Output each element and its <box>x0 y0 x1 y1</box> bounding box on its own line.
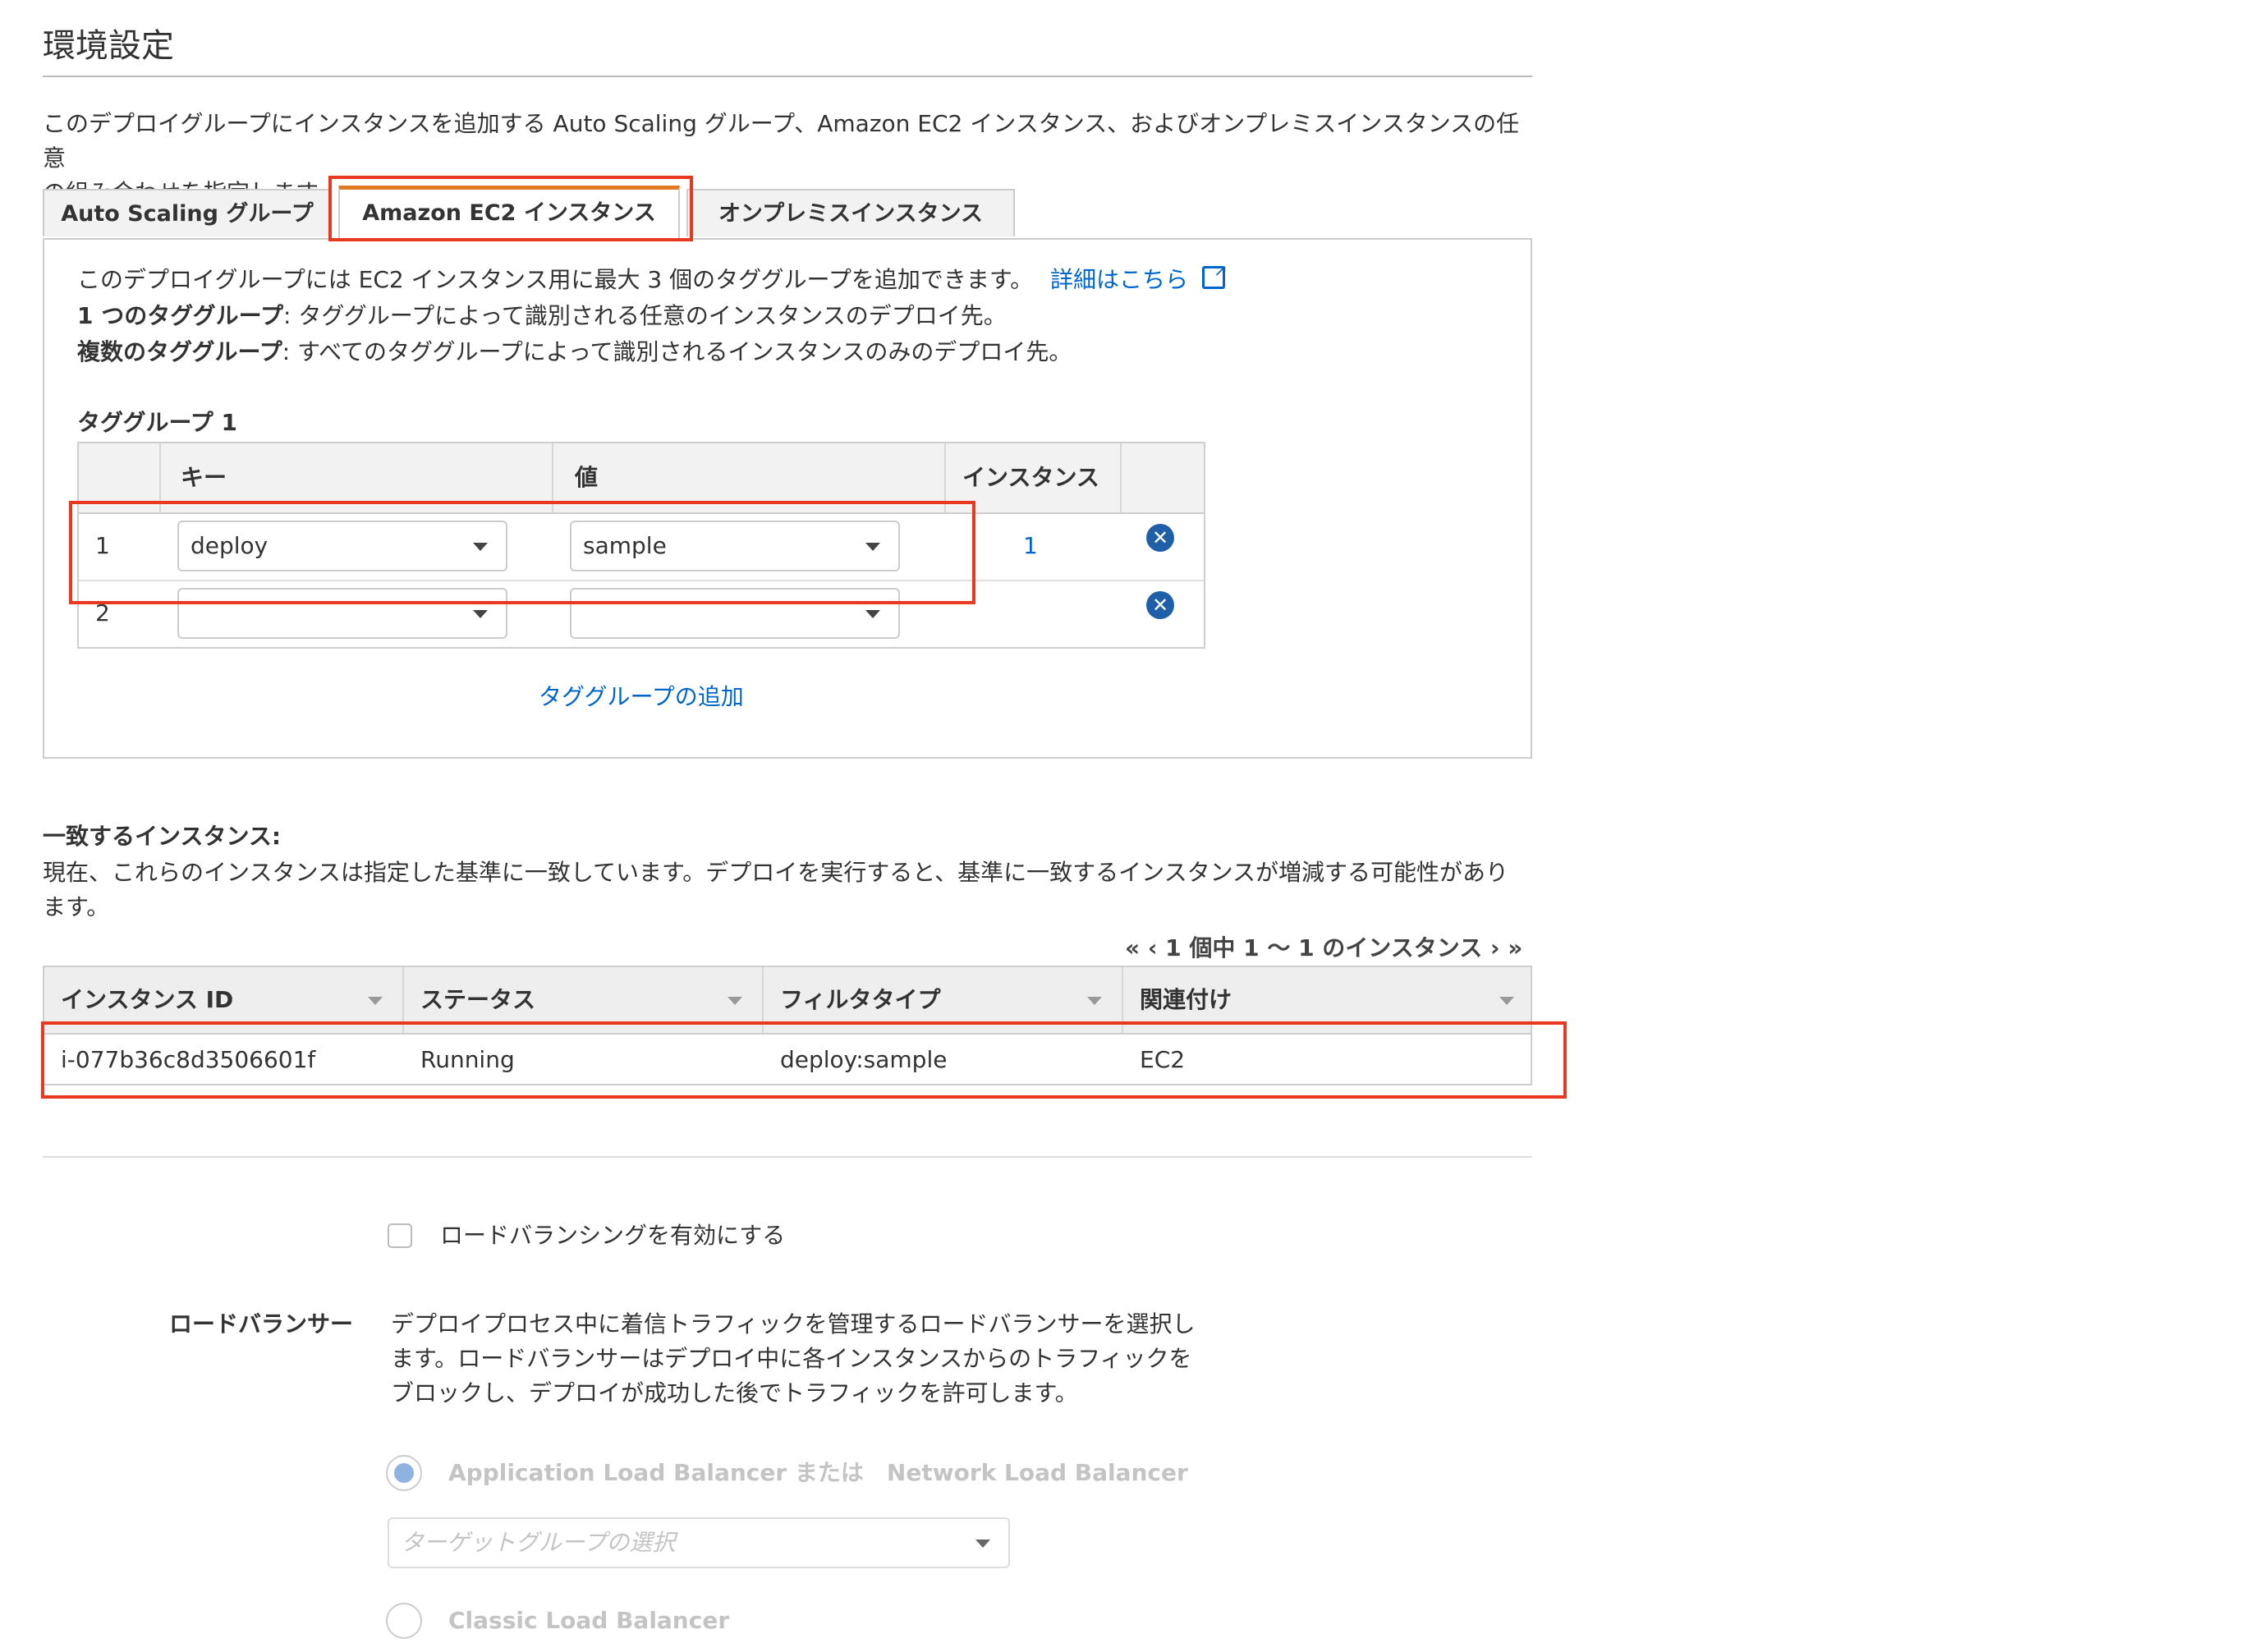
matching-desc-line-2: ます。 <box>43 893 110 920</box>
enable-load-balancing-label[interactable]: ロードバランシングを有効にする <box>440 1218 785 1253</box>
header-instance-id[interactable]: インスタンス ID <box>61 984 233 1016</box>
chevron-down-icon <box>473 543 488 551</box>
tag-key-select[interactable]: deploy <box>177 521 507 571</box>
pagination[interactable]: « ‹ 1 個中 1 〜 1 のインスタンス › » <box>1125 931 1522 966</box>
lb-desc-line-1: デプロイプロセス中に着信トラフィックを管理するロードバランサーを選択し <box>391 1310 1196 1338</box>
row-number: 1 <box>95 532 110 559</box>
row-number: 2 <box>95 599 110 626</box>
tab-on-premises-instances[interactable]: オンプレミスインスタンス <box>686 189 1015 236</box>
radio-classic-lb[interactable] <box>386 1603 422 1639</box>
chevron-down-icon <box>865 543 880 551</box>
sort-icon[interactable] <box>368 997 383 1005</box>
target-group-placeholder: ターゲットグループの選択 <box>401 1529 676 1556</box>
single-tag-group-label: 1 つのタググループ <box>77 302 283 329</box>
header-instances: インスタンス <box>962 464 1099 491</box>
single-tag-group-text: : タググループによって識別される任意のインスタンスのデプロイ先。 <box>283 302 1007 329</box>
multi-tag-group-text: : すべてのタググループによって識別されるインスタンスのみのデプロイ先。 <box>282 338 1072 365</box>
chevron-down-icon <box>865 610 880 618</box>
radio-alb-nlb[interactable] <box>386 1455 422 1491</box>
chevron-down-icon <box>473 610 488 618</box>
remove-row-icon[interactable]: ✕ <box>1146 591 1174 619</box>
sort-icon[interactable] <box>728 997 742 1005</box>
radio-classic-lb-label: Classic Load Balancer <box>448 1607 730 1634</box>
section-divider <box>43 1156 1532 1158</box>
instance-count-link[interactable]: 1 <box>1023 529 1038 563</box>
instances-table-header: インスタンス ID ステータス フィルタタイプ 関連付け <box>44 967 1531 1035</box>
enable-load-balancing-checkbox[interactable] <box>388 1223 412 1248</box>
header-status[interactable]: ステータス <box>420 984 535 1016</box>
matching-instances-desc: 現在、これらのインスタンスは指定した基準に一致しています。デプロイを実行すると、… <box>43 856 1537 925</box>
matching-desc-line-1: 現在、これらのインスタンスは指定した基準に一致しています。デプロイを実行すると、… <box>43 859 1509 886</box>
radio-selected-dot <box>394 1463 414 1483</box>
radio-alb-nlb-label: Application Load Balancer または Network Lo… <box>448 1459 1188 1486</box>
tag-group-table: キー 値 インスタンス 1 deploy sample 1 ✕ 2 ✕ <box>77 442 1205 649</box>
panel-description: このデプロイグループには EC2 インスタンス用に最大 3 個のタググループを追… <box>77 262 1228 297</box>
header-value: 値 <box>575 464 599 491</box>
multi-tag-group-label: 複数のタググループ <box>77 338 282 365</box>
panel-desc-text: このデプロイグループには EC2 インスタンス用に最大 3 個のタググループを追… <box>77 266 1034 293</box>
page-title: 環境設定 <box>43 27 174 65</box>
tag-value-select[interactable]: sample <box>570 521 900 571</box>
tag-value-select[interactable] <box>570 588 900 639</box>
lb-desc-line-2: ます。ロードバランサーはデプロイ中に各インスタンスからのトラフィックを <box>391 1345 1192 1372</box>
tag-key-value: deploy <box>190 532 269 559</box>
status-cell: Running <box>420 1046 515 1073</box>
single-tag-group-desc: 1 つのタググループ: タググループによって識別される任意のインスタンスのデプロ… <box>77 299 1007 333</box>
matching-instances-title: 一致するインスタンス: <box>43 823 282 850</box>
sort-icon[interactable] <box>1499 997 1514 1005</box>
tag-group-title: タググループ 1 <box>77 409 237 436</box>
filter-type-cell: deploy:sample <box>780 1046 948 1073</box>
target-group-select[interactable]: ターゲットグループの選択 <box>388 1517 1010 1568</box>
remove-row-icon[interactable]: ✕ <box>1146 524 1174 552</box>
tag-value-value: sample <box>583 532 667 559</box>
tab-amazon-ec2-instances[interactable]: Amazon EC2 インスタンス <box>338 186 680 240</box>
learn-more-label: 詳細はこちら <box>1049 266 1188 293</box>
add-tag-group-link[interactable]: タググループの追加 <box>539 680 744 714</box>
load-balancer-desc: デプロイプロセス中に着信トラフィックを管理するロードバランサーを選択し ます。ロ… <box>391 1307 1212 1411</box>
external-link-icon: ↗ <box>1201 262 1228 289</box>
association-cell: EC2 <box>1140 1046 1186 1073</box>
tab-auto-scaling-group[interactable]: Auto Scaling グループ <box>43 189 332 236</box>
chevron-down-icon <box>975 1540 990 1548</box>
tag-key-select[interactable] <box>177 588 507 639</box>
title-divider <box>43 76 1532 77</box>
multi-tag-group-desc: 複数のタググループ: すべてのタググループによって識別されるインスタンスのみのデ… <box>77 335 1072 369</box>
learn-more-link[interactable]: 詳細はこちら ↗ <box>1049 262 1228 293</box>
intro-line-1: このデプロイグループにインスタンスを追加する Auto Scaling グループ… <box>43 110 1520 172</box>
instance-id-cell: i-077b36c8d3506601f <box>61 1046 316 1073</box>
load-balancer-label: ロードバランサー <box>169 1310 354 1338</box>
instances-table: インスタンス ID ステータス フィルタタイプ 関連付け i-077b36c8d… <box>43 966 1532 1085</box>
header-key: キー <box>181 464 227 491</box>
lb-desc-line-3: ブロックし、デプロイが成功した後でトラフィックを許可します。 <box>391 1379 1078 1406</box>
tag-table-header: キー 値 インスタンス <box>79 443 1204 514</box>
sort-icon[interactable] <box>1087 997 1102 1005</box>
header-filter-type[interactable]: フィルタタイプ <box>780 984 940 1016</box>
header-association[interactable]: 関連付け <box>1140 984 1232 1016</box>
